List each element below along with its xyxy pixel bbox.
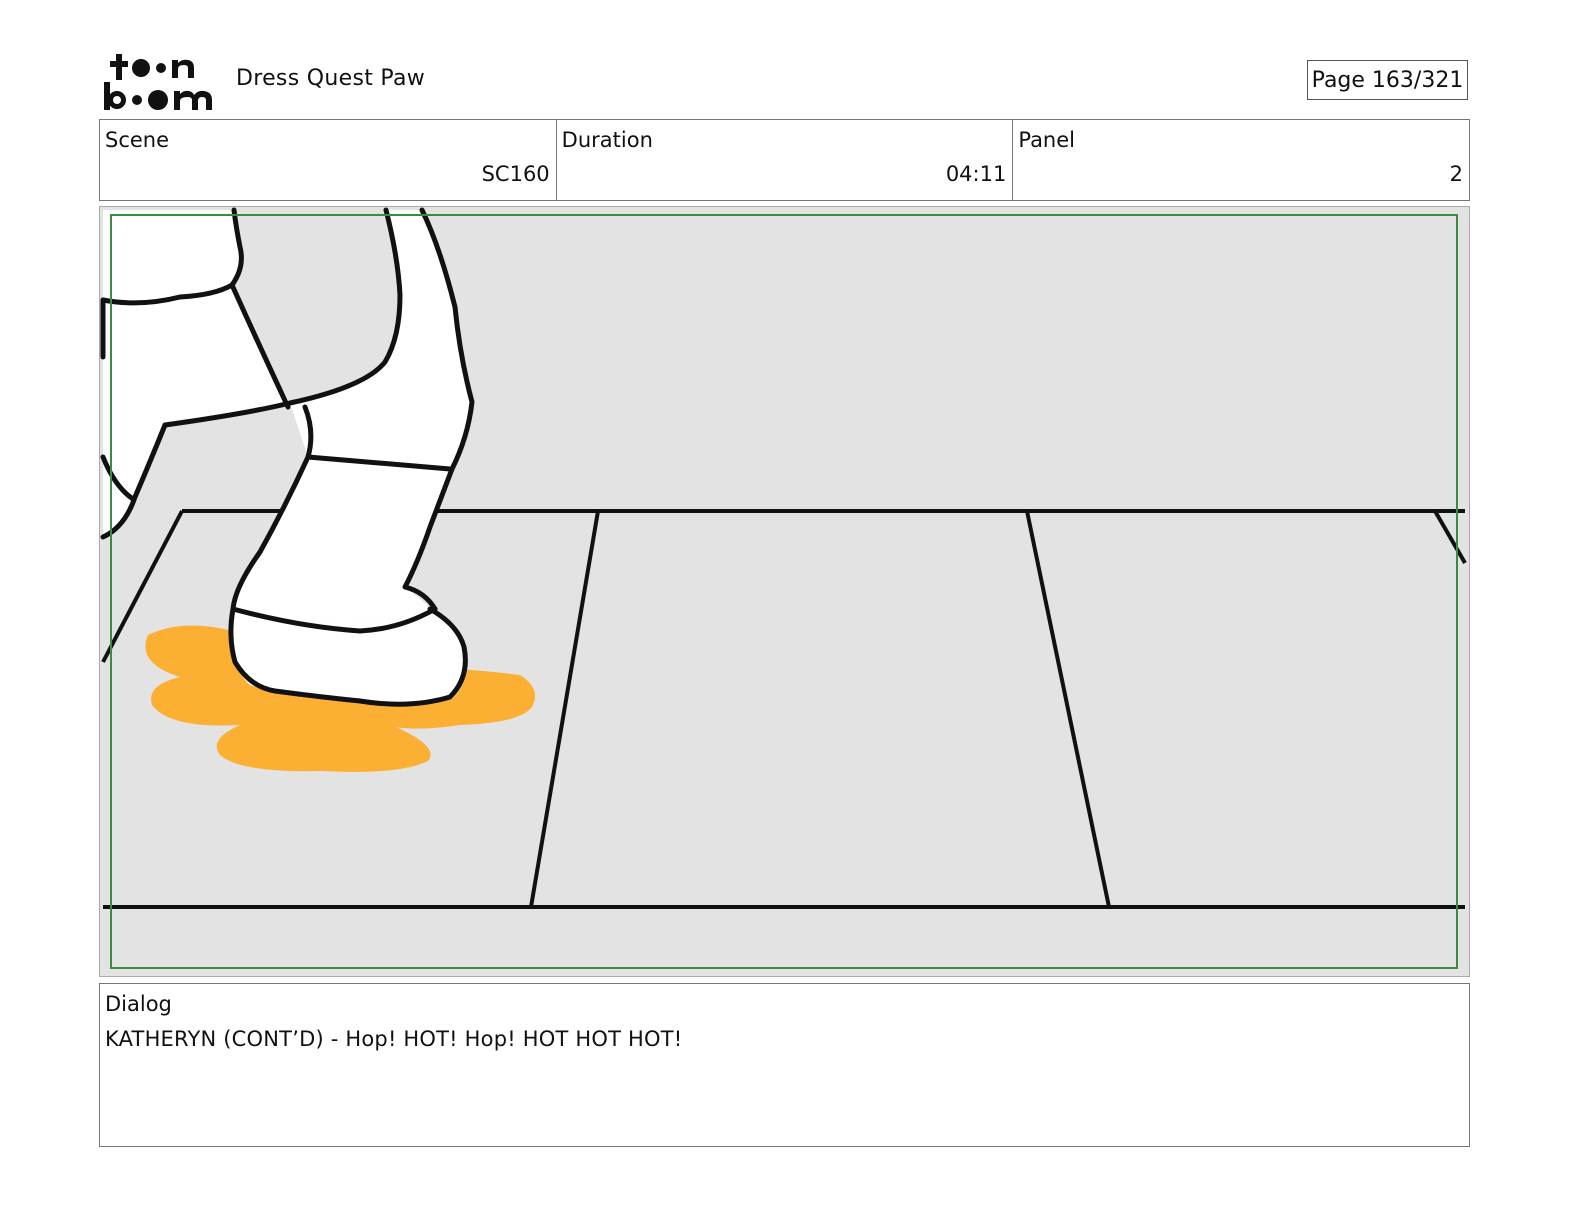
duration-label: Duration: [561, 128, 653, 152]
duration-cell: Duration 04:11: [557, 120, 1014, 200]
scene-cell: Scene SC160: [100, 120, 557, 200]
panel-info-row: Scene SC160 Duration 04:11 Panel 2: [99, 119, 1470, 201]
storyboard-panel-image: [99, 206, 1470, 977]
scene-label: Scene: [105, 128, 170, 152]
safe-area-frame: [110, 214, 1458, 969]
project-title: Dress Quest Paw: [236, 66, 426, 91]
dialog-label: Dialog: [105, 992, 172, 1016]
duration-value: 04:11: [945, 162, 1007, 186]
toon-boom-logo: [102, 50, 216, 114]
panel-label: Panel: [1018, 128, 1075, 152]
panel-cell: Panel 2: [1013, 120, 1469, 200]
panel-value: 2: [1449, 162, 1464, 186]
page-indicator: Page 163/321: [1307, 60, 1468, 100]
scene-value: SC160: [481, 162, 550, 186]
dialog-box: Dialog KATHERYN (CONT’D) - Hop! HOT! Hop…: [99, 983, 1470, 1147]
dialog-text: KATHERYN (CONT’D) - Hop! HOT! Hop! HOT H…: [105, 1027, 683, 1051]
